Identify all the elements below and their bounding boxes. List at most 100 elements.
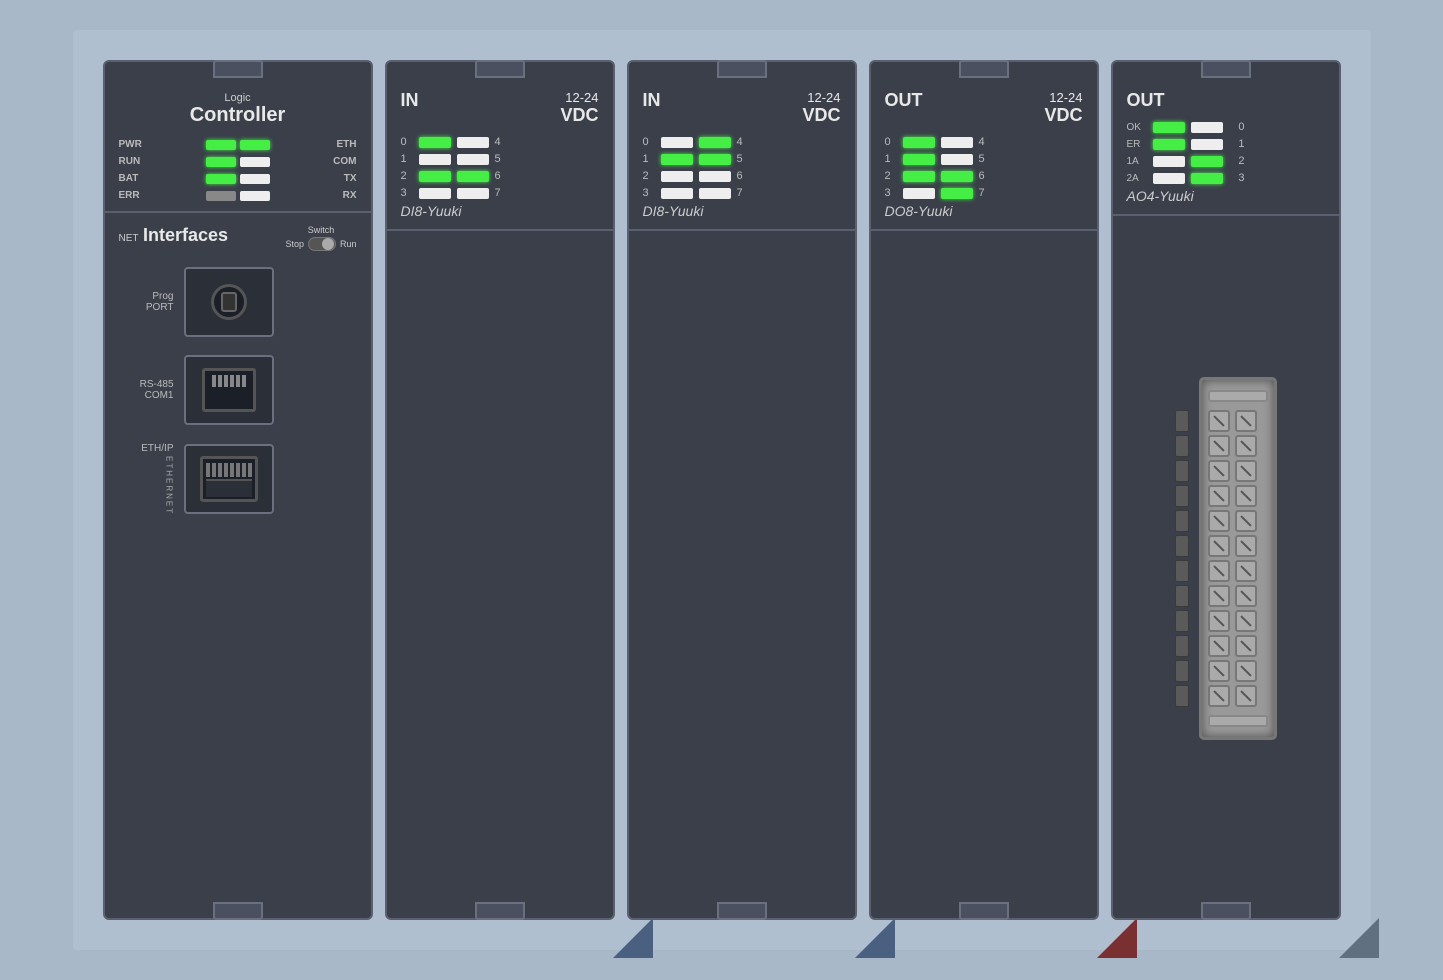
di8-1-tab-bottom	[475, 902, 525, 920]
di8-1-name: DI8-Yuuki	[401, 203, 599, 219]
wire-connectors-left	[1175, 410, 1189, 707]
wire-12	[1175, 685, 1189, 707]
screw-1-1	[1208, 410, 1230, 432]
rs485-pin-1	[212, 375, 216, 387]
di8-1-ch7-led	[457, 188, 489, 199]
screw-1-12	[1208, 685, 1230, 707]
ind-label-com: COM	[329, 156, 357, 167]
screw-1-8	[1208, 585, 1230, 607]
do8-ch5-led	[941, 154, 973, 165]
prog-port-label: ProgPORT	[119, 291, 174, 313]
ao4-row-1a: 1A 2	[1127, 155, 1325, 167]
di8-2-name: DI8-Yuuki	[643, 203, 841, 219]
screw-2-10	[1235, 635, 1257, 657]
di8-1-ch2-led	[419, 171, 451, 182]
ao4-tab-top	[1201, 60, 1251, 78]
di8-2-ch0-led	[661, 137, 693, 148]
di8-2-voltage-bot: VDC	[802, 105, 840, 126]
screw-2-12	[1235, 685, 1257, 707]
wire-10	[1175, 635, 1189, 657]
di8-2-panel: IN 12-24 VDC 0 4 1 5	[629, 80, 855, 231]
eth-port-visual	[184, 444, 274, 514]
wire-11	[1175, 660, 1189, 682]
di8-2-header-left: IN	[643, 90, 661, 111]
di8-2-channels: 0 4 1 5 2 6 3	[643, 136, 841, 199]
toggle-switch[interactable]	[308, 237, 336, 251]
screw-2-3	[1235, 460, 1257, 482]
do8-channels: 0 4 1 5 2 6 3	[885, 136, 1083, 199]
di8-2-header: IN 12-24 VDC	[643, 90, 841, 126]
ao4-ok-led	[1153, 122, 1185, 133]
screw-1-2	[1208, 435, 1230, 457]
do8-ch0-num: 0	[885, 136, 897, 148]
ao4-row-er: ER 1	[1127, 138, 1325, 150]
di8-2-tab-top	[717, 60, 767, 78]
wire-1	[1175, 410, 1189, 432]
di8-1-voltage-top: 12-24	[560, 90, 598, 105]
rs485-connector	[202, 368, 256, 412]
ao4-0-led	[1191, 122, 1223, 133]
di8-1-channels: 0 4 1 5 2 6	[401, 136, 599, 199]
di8-2-tab-bottom	[717, 902, 767, 920]
ao4-module: OUT OK 0 ER 1 1A	[1111, 60, 1341, 920]
do8-ch5-num: 5	[979, 153, 991, 165]
di8-1-ch-2: 2 6	[401, 170, 599, 182]
screw-2-6	[1235, 535, 1257, 557]
di8-2-body	[629, 231, 855, 900]
net-interfaces-panel: NET Interfaces Switch Stop Run ProgP	[105, 213, 371, 900]
di8-1-ch-1: 1 5	[401, 153, 599, 165]
do8-tab-top	[959, 60, 1009, 78]
net-title: NET Interfaces	[119, 225, 229, 246]
screw-2-2	[1235, 435, 1257, 457]
lc-title-small: Logic	[119, 92, 357, 104]
rs485-port-label: RS-485COM1	[119, 379, 174, 401]
ao4-corner-gray	[1339, 918, 1379, 958]
di8-2-ch7-led	[699, 188, 731, 199]
eth-pin-1	[206, 463, 210, 477]
di8-1-ch6-num: 6	[495, 170, 507, 182]
di8-2-ch3-num: 3	[643, 187, 655, 199]
terminal-handle-top	[1208, 390, 1268, 402]
screw-1-7	[1208, 560, 1230, 582]
eth-port-label: ETH/IP	[141, 443, 173, 454]
ao4-er-led	[1153, 139, 1185, 150]
di8-1-ch7-num: 7	[495, 187, 507, 199]
eth-pin-6	[236, 463, 240, 477]
ao4-1-led	[1191, 139, 1223, 150]
ind-label-pwr: PWR	[119, 139, 147, 150]
switch-row: Stop Run	[285, 237, 356, 251]
ind-label-run: RUN	[119, 156, 147, 167]
ao4-header: OUT	[1127, 90, 1325, 111]
ao4-3-led	[1191, 173, 1223, 184]
screw-1-10	[1208, 635, 1230, 657]
ao4-name: AO4-Yuuki	[1127, 188, 1325, 204]
di8-2-voltage-top: 12-24	[802, 90, 840, 105]
di8-2-ch3-led	[661, 188, 693, 199]
led-eth	[240, 140, 270, 150]
screw-2-1	[1235, 410, 1257, 432]
eth-pin-2	[212, 463, 216, 477]
screw-1-9	[1208, 610, 1230, 632]
di8-1-voltage: 12-24 VDC	[560, 90, 598, 126]
rs485-port-block: RS-485COM1	[119, 355, 357, 425]
led-rx	[240, 191, 270, 201]
di8-2-ch0-num: 0	[643, 136, 655, 148]
switch-label: Switch	[285, 225, 356, 235]
led-run	[206, 157, 236, 167]
di8-1-voltage-bot: VDC	[560, 105, 598, 126]
led-bat	[206, 174, 236, 184]
do8-ch3-num: 3	[885, 187, 897, 199]
screw-1-6	[1208, 535, 1230, 557]
di8-1-ch0-led	[419, 137, 451, 148]
di8-2-ch4-num: 4	[737, 136, 749, 148]
eth-pin-4	[224, 463, 228, 477]
toggle-knob	[322, 238, 334, 250]
do8-body	[871, 231, 1097, 900]
di8-1-panel: IN 12-24 VDC 0 4 1	[387, 80, 613, 231]
logic-controller-module: Logic Controller PWR ETH RUN	[103, 60, 373, 920]
rs485-pin-3	[224, 375, 228, 387]
eth-port-block: ETH/IP ETHERNET	[119, 443, 357, 515]
do8-tab-bottom	[959, 902, 1009, 920]
eth-pins-row	[206, 463, 252, 477]
ao4-1a-led	[1153, 156, 1185, 167]
